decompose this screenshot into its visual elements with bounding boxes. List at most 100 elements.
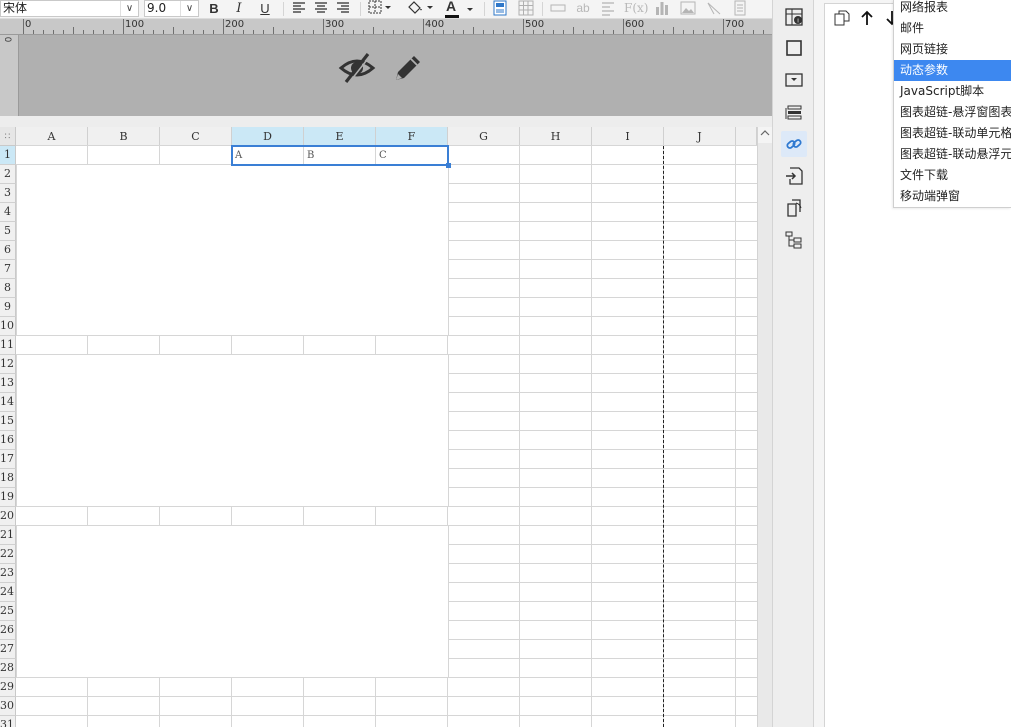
selection-fill-handle[interactable]	[446, 163, 451, 168]
row-header[interactable]: 30	[0, 697, 16, 716]
row-header[interactable]: 2	[0, 165, 16, 184]
row-header[interactable]: 27	[0, 640, 16, 659]
column-header-e[interactable]: E	[304, 127, 376, 146]
font-color-button[interactable]: A	[443, 0, 477, 18]
row-header[interactable]: 24	[0, 583, 16, 602]
menu-item[interactable]: 网页链接	[894, 39, 1011, 60]
spreadsheet-grid[interactable]: ∷ A B C D E F G H I J 1 2 3 4 5 6 7 8 9 10 11 12 13 14 15 16 17 18 1…	[0, 127, 757, 727]
border-property-button[interactable]	[781, 35, 807, 61]
row-header[interactable]: 16	[0, 431, 16, 450]
row-header[interactable]: 8	[0, 279, 16, 298]
bold-button[interactable]: B	[205, 0, 223, 18]
ruler-tick	[373, 27, 374, 34]
structure-button[interactable]	[781, 227, 807, 253]
row-header[interactable]: 26	[0, 621, 16, 640]
grid-button[interactable]	[516, 0, 536, 18]
edit-header-button[interactable]	[389, 49, 427, 87]
font-size-select[interactable]: 9.0 ∨	[144, 0, 199, 17]
ruler-tick	[353, 30, 354, 34]
copy-link-button[interactable]	[831, 10, 853, 32]
select-all-corner[interactable]: ∷	[0, 127, 16, 146]
menu-item[interactable]: 移动端弹窗	[894, 186, 1011, 207]
font-family-select[interactable]: 宋体 ∨	[0, 0, 139, 17]
merged-cell-block[interactable]	[16, 354, 449, 507]
row-header[interactable]: 19	[0, 488, 16, 507]
align-center-button[interactable]	[312, 0, 330, 18]
row-header[interactable]: 18	[0, 469, 16, 488]
column-header-f[interactable]: F	[376, 127, 448, 146]
row-header[interactable]: 5	[0, 222, 16, 241]
column-header-h[interactable]: H	[520, 127, 592, 146]
menu-item[interactable]: 图表超链-联动悬浮元素	[894, 144, 1011, 165]
document-button[interactable]	[730, 0, 750, 18]
row-header[interactable]: 28	[0, 659, 16, 678]
row-header[interactable]: 7	[0, 260, 16, 279]
chart-button[interactable]	[652, 0, 672, 18]
fill-color-button[interactable]	[405, 0, 437, 18]
row-header[interactable]: 6	[0, 241, 16, 260]
row-header[interactable]: 29	[0, 678, 16, 697]
menu-item[interactable]: 图表超链-联动单元格	[894, 123, 1011, 144]
menu-item[interactable]: 动态参数	[894, 60, 1011, 81]
row-header[interactable]: 13	[0, 374, 16, 393]
hyperlink-button[interactable]	[781, 131, 807, 157]
row-header[interactable]: 10	[0, 317, 16, 336]
label-button[interactable]: ab	[572, 0, 594, 18]
freeze-button[interactable]	[490, 0, 510, 18]
merged-cell-block[interactable]	[16, 525, 449, 678]
import-button[interactable]	[781, 163, 807, 189]
list-button[interactable]	[598, 0, 618, 18]
row-header[interactable]: 4	[0, 203, 16, 222]
ruler-tick	[513, 30, 514, 34]
ruler-tick	[313, 30, 314, 34]
row-header[interactable]: 12	[0, 355, 16, 374]
duplicate-button[interactable]	[781, 195, 807, 221]
slash-button[interactable]	[704, 0, 724, 18]
widget-button[interactable]	[781, 67, 807, 93]
row-header[interactable]: 9	[0, 298, 16, 317]
row-header[interactable]: 23	[0, 564, 16, 583]
column-header-c[interactable]: C	[160, 127, 232, 146]
vertical-scrollbar[interactable]	[757, 127, 772, 727]
column-header-j[interactable]: J	[664, 127, 736, 146]
condition-button[interactable]	[781, 99, 807, 125]
row-header[interactable]: 1	[0, 146, 16, 165]
row-header[interactable]: 22	[0, 545, 16, 564]
scroll-up-button[interactable]	[758, 127, 772, 143]
border-button[interactable]	[366, 0, 396, 18]
row-header[interactable]: 31	[0, 716, 16, 727]
underline-button[interactable]: U	[256, 0, 274, 18]
column-header-g[interactable]: G	[448, 127, 520, 146]
menu-item[interactable]: JavaScript脚本	[894, 81, 1011, 102]
text-field-button[interactable]	[548, 0, 568, 18]
menu-item[interactable]: 图表超链-悬浮窗图表	[894, 102, 1011, 123]
image-button[interactable]	[678, 0, 698, 18]
hide-header-button[interactable]	[338, 49, 376, 87]
move-up-button[interactable]	[856, 10, 878, 32]
row-header[interactable]: 15	[0, 412, 16, 431]
row-header[interactable]: 21	[0, 526, 16, 545]
menu-item[interactable]: 文件下载	[894, 165, 1011, 186]
chevron-down-icon	[467, 8, 473, 11]
ruler-tick	[753, 30, 754, 34]
merged-cell-block[interactable]	[16, 164, 449, 336]
align-right-button[interactable]	[334, 0, 352, 18]
row-header[interactable]: 20	[0, 507, 16, 526]
ruler-tick	[403, 30, 404, 34]
cell-attribute-button[interactable]: i	[781, 4, 807, 30]
formula-button[interactable]: F(x)	[624, 0, 648, 18]
column-header-a[interactable]: A	[16, 127, 88, 146]
italic-button[interactable]: I	[230, 0, 248, 18]
menu-item[interactable]: 网络报表	[894, 0, 1011, 18]
row-header[interactable]: 25	[0, 602, 16, 621]
row-header[interactable]: 17	[0, 450, 16, 469]
align-left-button[interactable]	[290, 0, 308, 18]
column-header-d[interactable]: D	[232, 127, 304, 146]
column-header-b[interactable]: B	[88, 127, 160, 146]
font-color-bar	[445, 15, 459, 18]
column-header-i[interactable]: I	[592, 127, 664, 146]
row-header[interactable]: 14	[0, 393, 16, 412]
menu-item[interactable]: 邮件	[894, 18, 1011, 39]
row-header[interactable]: 11	[0, 336, 16, 355]
row-header[interactable]: 3	[0, 184, 16, 203]
